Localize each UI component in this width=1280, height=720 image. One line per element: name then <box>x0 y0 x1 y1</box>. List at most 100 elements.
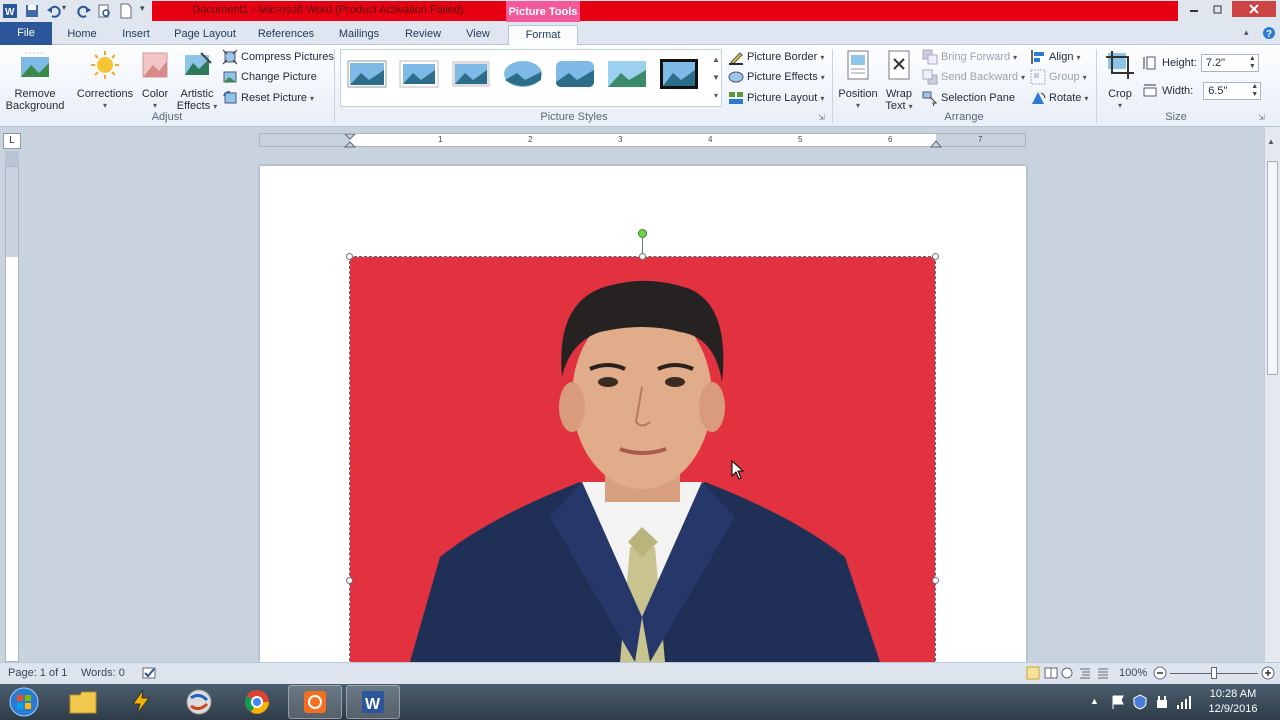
picture-style-7[interactable] <box>659 58 699 90</box>
rotate-button[interactable]: Rotate <box>1030 89 1088 107</box>
picture-style-6[interactable] <box>607 58 647 90</box>
minimize-button[interactable] <box>1182 1 1206 17</box>
tab-insert[interactable]: Insert <box>112 25 160 45</box>
tab-home[interactable]: Home <box>60 25 104 45</box>
picture-style-4[interactable] <box>503 58 543 90</box>
vertical-ruler[interactable] <box>5 166 19 662</box>
word-count[interactable]: Words: 0 <box>81 667 125 679</box>
gallery-down-icon[interactable]: ▼ <box>710 69 722 87</box>
action-center-flag-icon[interactable] <box>1110 694 1126 710</box>
picture-tools-contextual-label: Picture Tools <box>506 1 580 22</box>
picture-effects-button[interactable]: Picture Effects <box>728 68 825 86</box>
zoom-slider-thumb[interactable] <box>1211 667 1217 679</box>
horizontal-ruler[interactable]: 1 2 3 4 5 6 7 <box>259 133 1026 148</box>
picture-style-1[interactable] <box>347 58 387 90</box>
rotation-handle[interactable] <box>638 229 647 238</box>
remove-background-button[interactable]: Remove Background <box>4 49 66 112</box>
zoom-in-icon[interactable] <box>1261 666 1275 680</box>
group-label: Group <box>1049 71 1080 83</box>
group-button[interactable]: Group <box>1030 68 1087 86</box>
tab-file[interactable]: File <box>0 22 52 45</box>
vertical-scrollbar[interactable]: ▲ <box>1264 127 1280 662</box>
picture-style-2[interactable] <box>399 58 439 90</box>
new-document-icon[interactable] <box>118 3 134 19</box>
width-spinner-icon[interactable]: ▲ ▼ <box>1251 83 1258 99</box>
selected-picture[interactable] <box>350 257 935 662</box>
taskbar-powerpoint[interactable] <box>288 685 342 719</box>
start-button[interactable] <box>2 685 46 719</box>
word-app-icon[interactable]: W <box>2 3 18 19</box>
color-button[interactable]: Color ▾ <box>138 49 172 112</box>
gallery-up-icon[interactable]: ▲ <box>710 51 722 69</box>
taskbar-chrome[interactable] <box>230 685 284 719</box>
picture-styles-gallery[interactable] <box>340 49 722 107</box>
scrollbar-thumb[interactable] <box>1267 161 1278 375</box>
close-button[interactable] <box>1232 1 1276 17</box>
undo-icon[interactable] <box>46 3 62 19</box>
print-layout-view-icon[interactable] <box>1026 666 1040 680</box>
taskbar-word[interactable]: W <box>346 685 400 719</box>
tab-view[interactable]: View <box>458 25 498 45</box>
height-spinner-icon[interactable]: ▲ ▼ <box>1249 55 1256 71</box>
zoom-out-icon[interactable] <box>1153 666 1167 680</box>
zoom-level[interactable]: 100% <box>1119 667 1147 679</box>
restore-button[interactable] <box>1206 1 1230 17</box>
network-signal-icon[interactable] <box>1176 694 1192 710</box>
change-picture-button[interactable]: Change Picture <box>222 68 317 86</box>
scroll-up-icon[interactable]: ▲ <box>1267 137 1275 146</box>
resize-handle-right[interactable] <box>932 577 939 584</box>
align-button[interactable]: Align <box>1030 48 1080 66</box>
gallery-scroll-arrows[interactable]: ▲ ▼ ▾ <box>710 51 722 107</box>
position-button[interactable]: Position ▾ <box>836 49 880 112</box>
resize-handle-left[interactable] <box>346 577 353 584</box>
help-icon[interactable]: ? <box>1262 26 1276 40</box>
tab-references[interactable]: References <box>252 25 320 45</box>
crop-button[interactable]: Crop ▾ <box>1102 49 1138 112</box>
reset-picture-button[interactable]: Reset Picture <box>222 89 314 107</box>
selection-pane-button[interactable]: Selection Pane <box>922 89 1015 107</box>
tab-selector[interactable]: L <box>3 133 21 149</box>
system-clock[interactable]: 10:28 AM 12/9/2016 <box>1198 687 1268 717</box>
save-icon[interactable] <box>24 3 40 19</box>
resize-handle-top-left[interactable] <box>346 253 353 260</box>
draft-view-icon[interactable] <box>1096 666 1110 680</box>
web-layout-icon[interactable] <box>1060 666 1074 680</box>
page-count[interactable]: Page: 1 of 1 <box>8 667 67 679</box>
picture-layout-button[interactable]: Picture Layout <box>728 89 824 107</box>
gallery-more-icon[interactable]: ▾ <box>710 87 722 105</box>
security-shield-icon[interactable] <box>1132 694 1148 710</box>
taskbar-app-2[interactable] <box>114 685 168 719</box>
wrap-text-button[interactable]: Wrap Text <box>882 49 916 113</box>
tab-page-layout[interactable]: Page Layout <box>170 25 240 45</box>
compress-pictures-button[interactable]: Compress Pictures <box>222 48 334 66</box>
print-preview-icon[interactable] <box>96 3 112 19</box>
proofing-icon[interactable] <box>142 666 158 680</box>
tab-review[interactable]: Review <box>398 25 448 45</box>
right-indent-marker-icon[interactable] <box>930 138 942 148</box>
power-plug-icon[interactable] <box>1154 694 1170 710</box>
width-input[interactable]: 6.5" ▲ ▼ <box>1203 82 1262 100</box>
taskbar-app-3[interactable] <box>172 685 226 719</box>
height-input[interactable]: 7.2" ▲ ▼ <box>1200 54 1259 72</box>
minimize-ribbon-icon[interactable]: ▴ <box>1244 27 1249 38</box>
taskbar-explorer[interactable] <box>56 685 110 719</box>
picture-border-button[interactable]: Picture Border <box>728 48 824 66</box>
send-backward-button[interactable]: Send Backward <box>922 68 1025 86</box>
show-hidden-icons-icon[interactable]: ▲ <box>1090 696 1099 706</box>
tab-mailings[interactable]: Mailings <box>330 25 388 45</box>
full-screen-reading-icon[interactable] <box>1044 666 1058 680</box>
tab-format[interactable]: Format <box>508 25 578 46</box>
resize-handle-top-right[interactable] <box>932 253 939 260</box>
artistic-effects-button[interactable]: Artistic Effects <box>176 49 218 113</box>
picture-styles-launcher-icon[interactable]: ⇲ <box>818 113 825 122</box>
redo-icon[interactable] <box>76 3 92 19</box>
corrections-button[interactable]: Corrections ▾ <box>76 49 134 112</box>
resize-handle-top[interactable] <box>639 253 646 260</box>
indent-marker-icon[interactable] <box>344 134 356 148</box>
group-icon <box>1030 69 1046 85</box>
picture-style-3[interactable] <box>451 58 491 90</box>
outline-view-icon[interactable] <box>1078 666 1092 680</box>
picture-style-5[interactable] <box>555 58 595 90</box>
size-launcher-icon[interactable]: ⇲ <box>1258 113 1265 122</box>
bring-forward-button[interactable]: Bring Forward <box>922 48 1017 66</box>
